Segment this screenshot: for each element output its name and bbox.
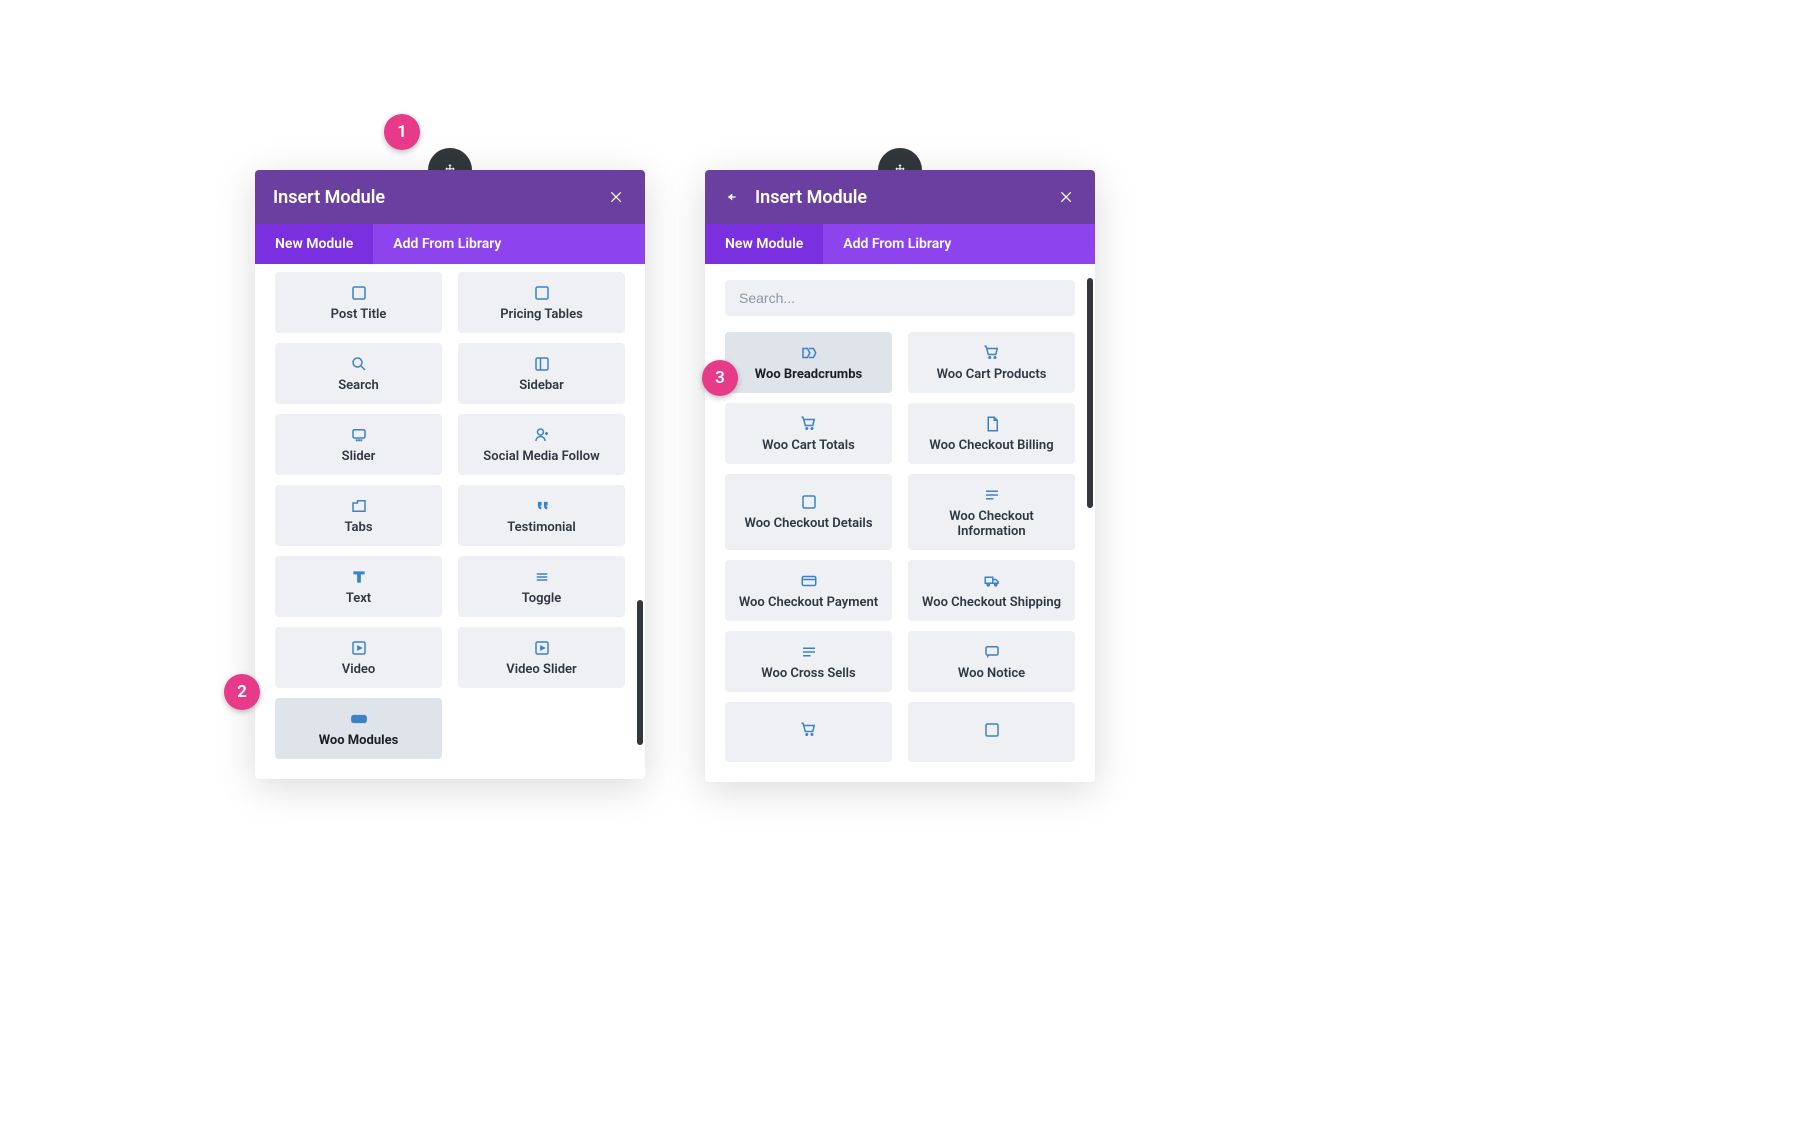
panel-header: Insert Module xyxy=(255,170,645,224)
module-label: Woo Checkout Payment xyxy=(739,596,878,611)
cross-sells-icon xyxy=(800,643,818,661)
module-label: Pricing Tables xyxy=(500,308,583,323)
module-label: Woo Checkout Information xyxy=(916,510,1067,540)
annotation-2: 2 xyxy=(224,674,260,710)
scrollbar-thumb[interactable] xyxy=(637,600,643,745)
module-item[interactable]: Woo Modules xyxy=(275,698,442,759)
text-icon xyxy=(350,568,368,586)
module-item[interactable]: Woo Notice xyxy=(908,631,1075,692)
cart-total-icon xyxy=(800,415,818,433)
module-label: Text xyxy=(346,592,371,607)
info-icon xyxy=(983,486,1001,504)
slider-icon xyxy=(350,426,368,444)
module-item[interactable]: Woo Cross Sells xyxy=(725,631,892,692)
social-icon xyxy=(533,426,551,444)
tabs: New Module Add From Library xyxy=(705,224,1095,264)
module-item[interactable]: Woo Breadcrumbs xyxy=(725,332,892,393)
panel-title: Insert Module xyxy=(755,187,867,208)
module-label: Woo Cross Sells xyxy=(761,667,855,682)
module-label: Woo Modules xyxy=(319,734,399,749)
pricing-icon xyxy=(533,284,551,302)
module-item[interactable]: Woo Checkout Payment xyxy=(725,560,892,621)
module-item[interactable]: Social Media Follow xyxy=(458,414,625,475)
module-label: Sidebar xyxy=(519,379,564,394)
insert-module-panel-left: Insert Module New Module Add From Librar… xyxy=(255,170,645,779)
close-icon[interactable] xyxy=(607,187,627,207)
module-label: Social Media Follow xyxy=(483,450,599,465)
module-label: Slider xyxy=(342,450,376,465)
scrollbar-thumb[interactable] xyxy=(1087,278,1093,508)
billing-icon xyxy=(983,415,1001,433)
module-item[interactable]: Post Title xyxy=(275,272,442,333)
module-label: Toggle xyxy=(522,592,562,607)
module-label: Search xyxy=(338,379,379,394)
module-label: Woo Cart Products xyxy=(937,368,1047,383)
cart-add-icon xyxy=(800,721,818,739)
quote-icon xyxy=(533,497,551,515)
module-label: Woo Checkout Shipping xyxy=(922,596,1061,611)
module-item[interactable]: Toggle xyxy=(458,556,625,617)
search-row xyxy=(705,264,1095,324)
back-icon[interactable] xyxy=(723,187,743,207)
module-item[interactable]: Search xyxy=(275,343,442,404)
panel-header: Insert Module xyxy=(705,170,1095,224)
module-item[interactable]: Woo Checkout Shipping xyxy=(908,560,1075,621)
tab-new-module[interactable]: New Module xyxy=(255,224,373,264)
payment-icon xyxy=(800,572,818,590)
cart-icon xyxy=(983,344,1001,362)
product-icon xyxy=(983,721,1001,739)
tabs-icon xyxy=(350,497,368,515)
module-label: Woo Breadcrumbs xyxy=(755,368,862,383)
module-label: Tabs xyxy=(344,521,372,536)
module-label: Post Title xyxy=(331,308,387,323)
module-grid: Post Title Pricing Tables Search Sidebar Sli… xyxy=(255,264,645,779)
search-icon xyxy=(350,355,368,373)
module-label: Testimonial xyxy=(507,521,575,536)
panel-title: Insert Module xyxy=(273,187,385,208)
details-icon xyxy=(800,493,818,511)
module-label: Woo Notice xyxy=(958,667,1025,682)
module-item[interactable]: Sidebar xyxy=(458,343,625,404)
sidebar-icon xyxy=(533,355,551,373)
module-item[interactable]: Woo Checkout Details xyxy=(725,474,892,550)
module-item[interactable]: Text xyxy=(275,556,442,617)
module-item[interactable]: Testimonial xyxy=(458,485,625,546)
annotation-1: 1 xyxy=(384,114,420,150)
tab-add-from-library[interactable]: Add From Library xyxy=(373,224,521,264)
module-label: Video Slider xyxy=(506,663,576,678)
module-grid: Woo Breadcrumbs Woo Cart Products Woo Cart… xyxy=(705,324,1095,782)
search-input[interactable] xyxy=(725,280,1075,316)
module-item[interactable]: Slider xyxy=(275,414,442,475)
toggle-icon xyxy=(533,568,551,586)
module-item[interactable]: Tabs xyxy=(275,485,442,546)
breadcrumbs-icon xyxy=(800,344,818,362)
module-label: Video xyxy=(342,663,376,678)
module-item[interactable]: Woo Cart Totals xyxy=(725,403,892,464)
tab-new-module[interactable]: New Module xyxy=(705,224,823,264)
module-item[interactable]: Video Slider xyxy=(458,627,625,688)
woo-icon xyxy=(350,710,368,728)
insert-module-panel-right: Insert Module New Module Add From Librar… xyxy=(705,170,1095,782)
tabs: New Module Add From Library xyxy=(255,224,645,264)
shipping-icon xyxy=(983,572,1001,590)
module-item[interactable]: Video xyxy=(275,627,442,688)
module-item[interactable]: Woo Cart Products xyxy=(908,332,1075,393)
close-icon[interactable] xyxy=(1057,187,1077,207)
tab-add-from-library[interactable]: Add From Library xyxy=(823,224,971,264)
post-title-icon xyxy=(350,284,368,302)
module-item[interactable]: Pricing Tables xyxy=(458,272,625,333)
module-item[interactable] xyxy=(725,702,892,762)
module-label: Woo Checkout Details xyxy=(744,517,872,532)
module-item[interactable]: Woo Checkout Billing xyxy=(908,403,1075,464)
module-item[interactable]: Woo Checkout Information xyxy=(908,474,1075,550)
module-label: Woo Cart Totals xyxy=(762,439,855,454)
module-label: Woo Checkout Billing xyxy=(929,439,1053,454)
notice-icon xyxy=(983,643,1001,661)
annotation-3: 3 xyxy=(702,360,738,396)
video-icon xyxy=(350,639,368,657)
module-item[interactable] xyxy=(908,702,1075,762)
video-slider-icon xyxy=(533,639,551,657)
